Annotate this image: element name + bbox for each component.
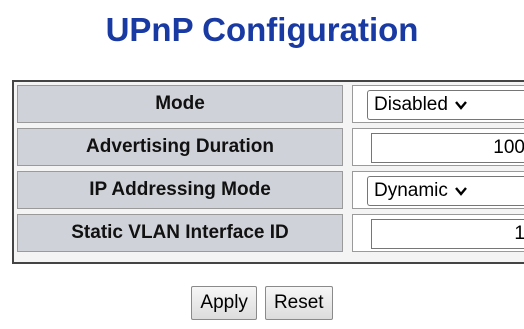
row-advertising-duration: Advertising Duration (14, 125, 524, 168)
upnp-config-table: Mode Disabled Advertising Duration IP Ad… (12, 80, 524, 264)
ip-addressing-mode-select[interactable]: Dynamic (367, 176, 524, 206)
advertising-duration-label: Advertising Duration (17, 128, 343, 166)
mode-select[interactable]: Disabled (367, 90, 524, 120)
button-bar: Apply Reset (0, 286, 524, 320)
mode-select-value: Disabled (374, 94, 448, 115)
reset-button[interactable]: Reset (264, 286, 333, 320)
row-mode: Mode Disabled (14, 82, 524, 125)
ip-addressing-mode-label: IP Addressing Mode (17, 171, 343, 209)
page-title: UPnP Configuration (105, 11, 419, 48)
static-vlan-interface-id-input[interactable] (371, 219, 524, 249)
ip-addressing-mode-select-value: Dynamic (374, 180, 448, 201)
mode-label: Mode (17, 85, 343, 123)
static-vlan-interface-id-label: Static VLAN Interface ID (17, 214, 343, 252)
chevron-down-icon (455, 101, 467, 110)
apply-button[interactable]: Apply (191, 286, 257, 320)
row-static-vlan-interface-id: Static VLAN Interface ID (14, 211, 524, 254)
advertising-duration-input[interactable] (371, 133, 524, 163)
row-ip-addressing-mode: IP Addressing Mode Dynamic (14, 168, 524, 211)
chevron-down-icon (454, 187, 467, 196)
